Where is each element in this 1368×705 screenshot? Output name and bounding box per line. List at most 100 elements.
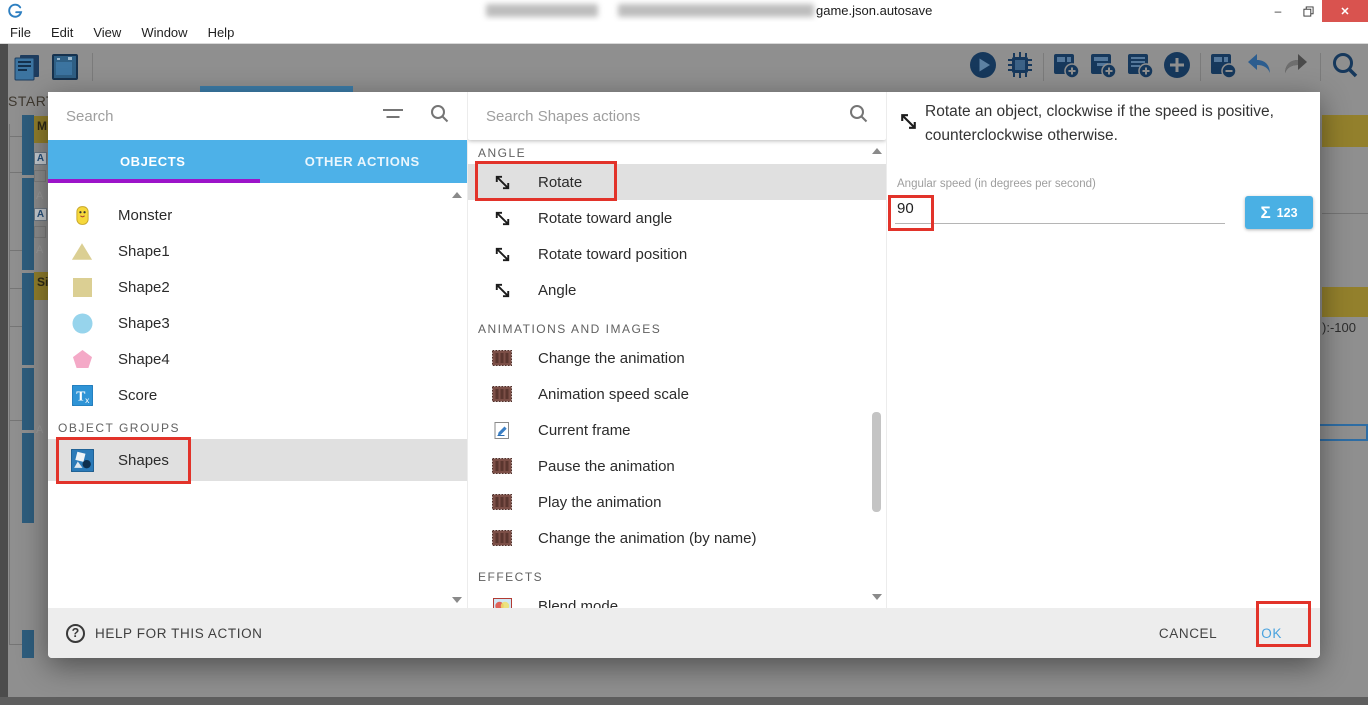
minimize-button[interactable]: – [1262,0,1294,22]
add-comment-icon[interactable] [1125,50,1155,85]
frame-edit-icon [490,418,514,442]
delete-event-icon[interactable] [1208,50,1238,85]
group-name: Shapes [118,451,169,469]
film-strip-icon [490,526,514,550]
condition-fragment: A [34,152,47,165]
blend-mode-icon [490,594,514,608]
add-subevent-icon[interactable] [1088,50,1118,85]
film-strip-icon [490,346,514,370]
actions-search-input[interactable] [468,107,849,125]
event-action-fragment: ):-100 [1322,320,1356,335]
action-label: Current frame [538,421,631,439]
event-block [22,433,34,523]
objects-search-input[interactable] [48,107,382,125]
menu-file[interactable]: File [0,25,41,40]
undo-icon[interactable] [1245,51,1273,84]
action-item-play-animation[interactable]: Play the animation [468,484,886,520]
help-icon[interactable]: ? [66,623,85,643]
action-item-angle[interactable]: Angle [468,272,886,308]
action-description: Rotate an object, clockwise if the speed… [925,103,1274,145]
actions-panel: ANGLE Rotate Rotate toward angle Rotate … [467,92,886,608]
toolbar-separator [1200,53,1201,81]
condition-empty-fragment [34,226,46,238]
list-item-score[interactable]: Tx Score [48,377,467,413]
menu-view[interactable]: View [83,25,131,40]
actions-search-icon[interactable] [849,104,868,128]
add-circle-icon[interactable] [1162,50,1192,85]
action-label: Animation speed scale [538,385,689,403]
action-item-rotate-toward-position[interactable]: Rotate toward position [468,236,886,272]
play-preview-icon[interactable] [968,50,998,85]
actions-search-bar [468,92,886,140]
event-tree-stub [9,250,22,251]
toolbar-separator [92,53,93,81]
list-item-shape4[interactable]: Shape4 [48,341,467,377]
event-divider [1322,213,1368,214]
close-button[interactable]: ✕ [1322,0,1368,22]
circle-shape-icon [70,311,94,335]
film-strip-icon [490,454,514,478]
cancel-button[interactable]: CANCEL [1159,626,1217,641]
event-tree-line [9,124,10,644]
ok-button[interactable]: OK [1261,626,1282,641]
action-chooser-dialog: OBJECTS OTHER ACTIONS Monster Shape1 Sha… [48,92,1320,658]
list-item-shape3[interactable]: Shape3 [48,305,467,341]
add-event-icon[interactable] [1051,50,1081,85]
menu-window[interactable]: Window [131,25,197,40]
events-sheet-icon[interactable] [12,52,42,87]
scroll-down-arrow[interactable] [872,594,882,600]
action-item-rotate[interactable]: Rotate [468,164,886,200]
action-item-change-animation[interactable]: Change the animation [468,340,886,376]
restore-button[interactable] [1294,0,1322,22]
action-item-blend-mode[interactable]: Blend mode [468,588,886,608]
help-button[interactable]: HELP FOR THIS ACTION [95,626,263,641]
action-item-rotate-toward-angle[interactable]: Rotate toward angle [468,200,886,236]
selected-field-fragment [1318,424,1368,441]
object-name: Shape2 [118,278,170,296]
event-header-fragment: M [34,116,48,143]
scrollbar-thumb[interactable] [872,412,881,512]
scene-editor-icon[interactable] [50,52,80,87]
expression-editor-button[interactable]: Σ 123 [1245,196,1313,229]
toolbar-search-icon[interactable] [1330,50,1360,85]
action-ghost-fragment: A [36,424,44,436]
event-tree-stub [9,172,22,173]
object-name: Score [118,386,158,404]
action-item-current-frame[interactable]: Current frame [468,412,886,448]
redo-icon[interactable] [1282,51,1310,84]
object-name: Shape1 [118,242,170,260]
tab-objects[interactable]: OBJECTS [48,140,258,183]
action-ghost-fragment: A [36,190,44,202]
event-tree-stub [9,288,22,289]
event-tree-stub [9,136,22,137]
window-title: game.json.autosave [816,3,933,18]
expression-button-label: 123 [1276,205,1298,220]
scroll-up-arrow[interactable] [452,192,462,198]
action-item-animation-speed-scale[interactable]: Animation speed scale [468,376,886,412]
list-item-shape2[interactable]: Shape2 [48,269,467,305]
action-item-pause-animation[interactable]: Pause the animation [468,448,886,484]
window-titlebar: game.json.autosave – ✕ [0,0,1368,22]
rotate-icon [490,206,514,230]
object-group-icon [70,448,94,472]
filter-icon[interactable] [382,107,404,126]
action-item-change-animation-by-name[interactable]: Change the animation (by name) [468,520,886,556]
param-label: Angular speed (in degrees per second) [897,178,1096,190]
objects-search-icon[interactable] [430,104,449,128]
angular-speed-input[interactable] [895,196,1225,224]
scroll-down-arrow[interactable] [452,597,462,603]
menu-help[interactable]: Help [198,25,245,40]
rotate-icon [897,110,920,138]
section-header-animations: ANIMATIONS AND IMAGES [478,322,662,336]
list-item-shape1[interactable]: Shape1 [48,233,467,269]
action-label: Pause the animation [538,457,675,475]
rotate-icon [490,242,514,266]
scroll-up-arrow[interactable] [872,148,882,154]
list-item-monster[interactable]: Monster [48,197,467,233]
bottom-edge-strip [0,697,1368,705]
list-item-shapes-group[interactable]: Shapes [48,439,467,481]
menu-edit[interactable]: Edit [41,25,83,40]
triangle-shape-icon [70,239,94,263]
debug-icon[interactable] [1005,50,1035,85]
tab-other-actions[interactable]: OTHER ACTIONS [258,140,468,183]
